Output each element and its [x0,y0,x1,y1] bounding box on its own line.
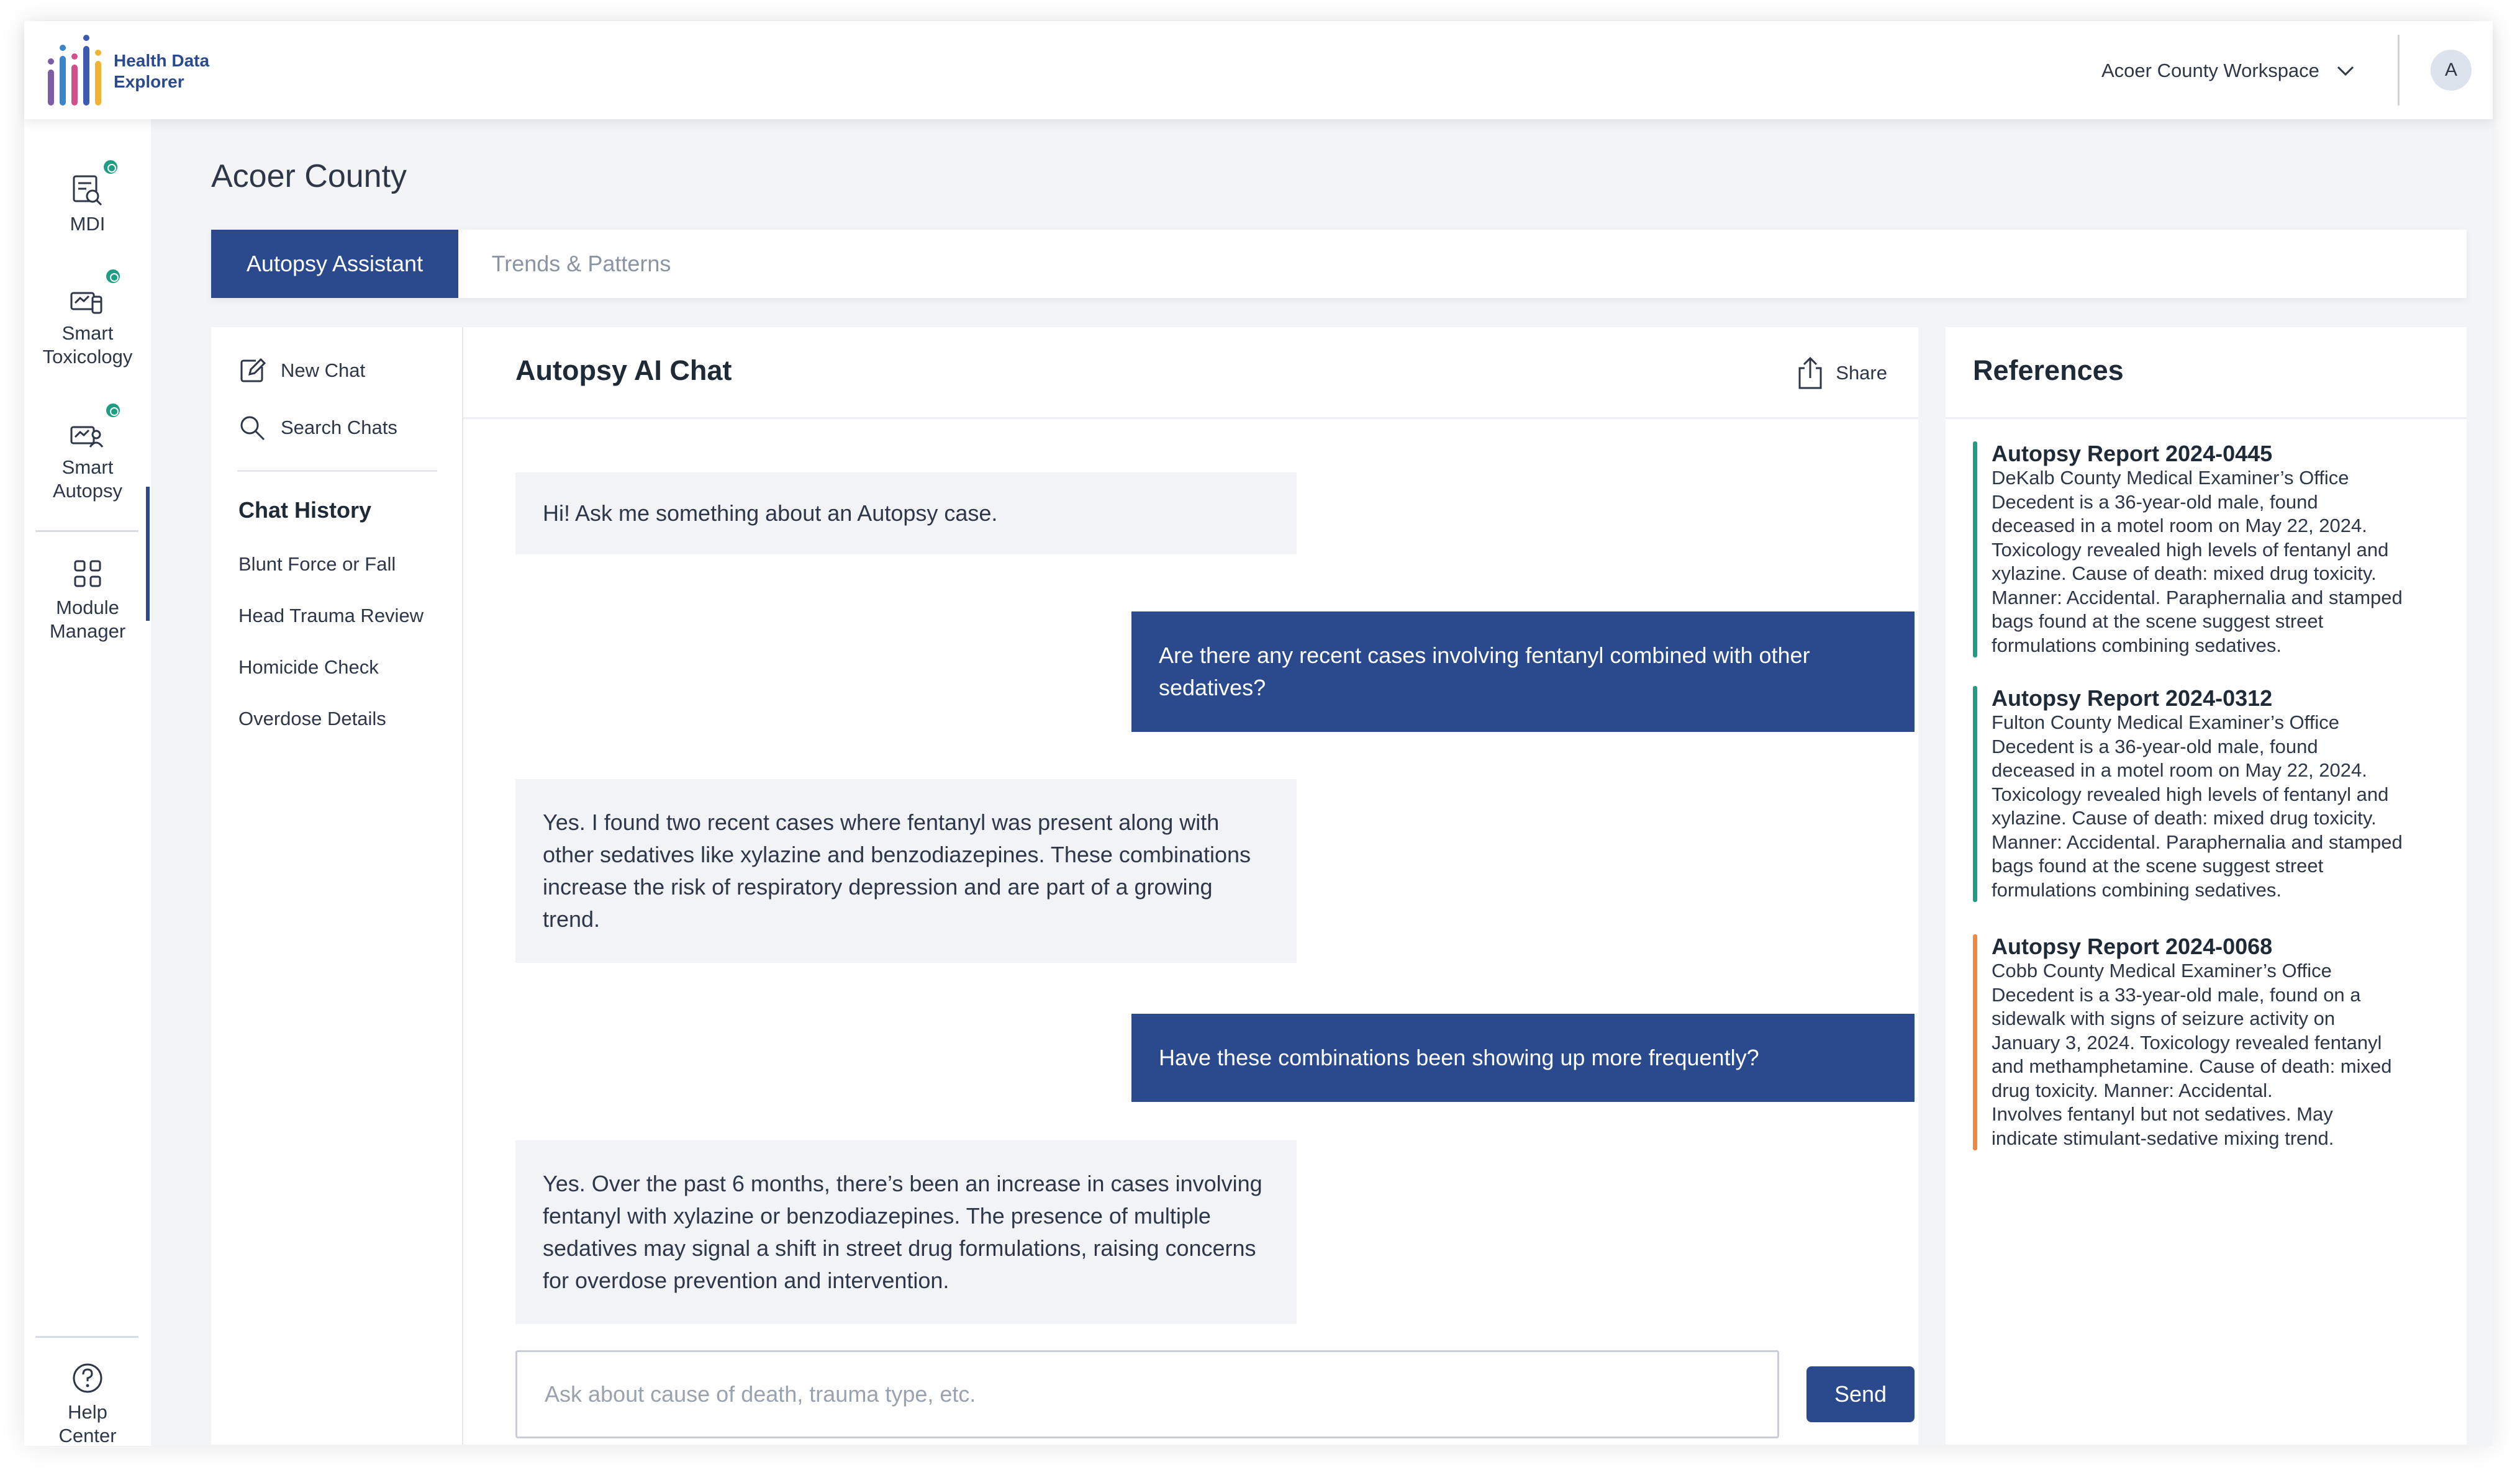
sidebar-divider [35,1336,138,1338]
chat-list-divider [237,470,437,472]
chevron-down-icon [2337,66,2354,76]
sidebar: MDI Smart Toxicology Smart Autopsy Modul… [24,119,151,1446]
send-button[interactable]: Send [1806,1366,1915,1422]
app-name: Health Data Explorer [114,50,225,92]
new-chat-label: New Chat [281,359,366,381]
app-name-line1: Health Data [114,51,210,70]
help-circle-icon [68,1358,107,1398]
app-name-line2: Explorer [114,72,184,91]
toxicology-icon [68,266,124,319]
sidebar-item-smart-autopsy[interactable]: Smart Autopsy [24,400,151,503]
bot-message: Yes. I found two recent cases where fent… [515,779,1297,963]
sidebar-divider [35,530,138,532]
tab-trends-patterns[interactable]: Trends & Patterns [458,230,704,298]
sidebar-item-help-center[interactable]: Help Center [24,1358,151,1448]
workspace-label: Acoer County Workspace [2101,60,2319,81]
chat-title: Autopsy AI Chat [515,354,732,386]
autopsy-icon [68,400,124,453]
chat-history-item[interactable]: Overdose Details [238,708,386,730]
reference-title: Autopsy Report 2024-0445 [1992,441,2273,466]
share-icon [1798,356,1822,389]
chat-list-panel: New Chat Search Chats Chat History Blunt… [211,327,463,1445]
status-badge [102,400,124,421]
reference-card[interactable]: Autopsy Report 2024-0445 DeKalb County M… [1973,441,2457,657]
app-logo[interactable]: Health Data Explorer [48,35,225,106]
chat-history-item[interactable]: Head Trauma Review [238,605,424,627]
sidebar-item-label: Smart [61,322,114,344]
sidebar-item-label: Center [58,1425,117,1446]
bot-message: Yes. Over the past 6 months, there’s bee… [515,1140,1297,1324]
reference-office: Cobb County Medical Examiner’s Office [1992,960,2332,981]
reference-stripe [1973,441,1977,657]
reference-body: Decedent is a 36-year-old male, found de… [1992,490,2403,656]
workspace-selector[interactable]: Acoer County Workspace [2101,53,2357,88]
reference-body: Decedent is a 33-year-old male, found on… [1992,983,2392,1149]
avatar-initial: A [2444,60,2457,80]
sidebar-item-label: MDI [70,213,106,235]
references-header: References [1946,327,2467,419]
reference-office: DeKalb County Medical Examiner’s Office [1992,467,2349,489]
status-badge [102,266,124,287]
reference-stripe [1973,686,1977,902]
chat-header: Autopsy AI Chat Share [463,327,1918,419]
share-label: Share [1836,362,1887,384]
sidebar-item-label: Manager [49,620,126,642]
chat-history-item[interactable]: Blunt Force or Fall [238,553,396,575]
status-badge [100,156,121,178]
reference-card[interactable]: Autopsy Report 2024-0068 Cobb County Med… [1973,934,2457,1150]
user-message: Are there any recent cases involving fen… [1131,611,1915,732]
tab-bar: Autopsy Assistant Trends & Patterns [211,230,2467,298]
share-button[interactable]: Share [1796,356,1887,390]
tab-autopsy-assistant[interactable]: Autopsy Assistant [211,230,458,298]
reference-title: Autopsy Report 2024-0312 [1992,685,2273,711]
chat-history-heading: Chat History [238,497,372,523]
search-chats-button[interactable]: Search Chats [237,412,397,444]
chat-input[interactable] [515,1350,1779,1438]
reference-card[interactable]: Autopsy Report 2024-0312 Fulton County M… [1973,686,2457,902]
header-divider [2398,35,2400,106]
sidebar-item-label: Toxicology [42,346,133,368]
logo-bars-icon [48,35,101,106]
references-panel: References Autopsy Report 2024-0445 DeKa… [1946,327,2467,1445]
user-avatar[interactable]: A [2431,50,2472,91]
reference-body: Decedent is a 36-year-old male, found de… [1992,735,2403,901]
user-message: Have these combinations been showing up … [1131,1014,1915,1102]
chat-history-item[interactable]: Homicide Check [238,656,379,679]
search-chats-label: Search Chats [281,417,397,438]
chat-panel: Autopsy AI Chat Share Hi! Ask me somethi… [463,327,1918,1445]
top-header: Health Data Explorer Acoer County Worksp… [24,21,2493,119]
references-title: References [1973,354,2124,386]
sidebar-item-label: Help [68,1401,107,1423]
app-frame: Health Data Explorer Acoer County Worksp… [24,21,2493,1446]
reference-office: Fulton County Medical Examiner’s Office [1992,711,2339,733]
new-chat-button[interactable]: New Chat [237,354,365,387]
sidebar-item-module-manager[interactable]: Module Manager [24,554,151,643]
sidebar-item-smart-toxicology[interactable]: Smart Toxicology [24,266,151,369]
sidebar-item-label: Module [56,597,119,618]
sidebar-item-mdi[interactable]: MDI [24,156,151,236]
bot-message: Hi! Ask me something about an Autopsy ca… [515,472,1297,554]
sidebar-item-label: Smart [61,456,114,478]
mdi-report-icon [68,156,121,210]
search-icon [240,416,265,441]
sidebar-item-label: Autopsy [52,480,122,502]
reference-stripe [1973,934,1977,1150]
page-title: Acoer County [211,158,407,194]
module-grid-icon [68,554,107,593]
edit-icon [240,358,266,382]
reference-title: Autopsy Report 2024-0068 [1992,934,2273,959]
